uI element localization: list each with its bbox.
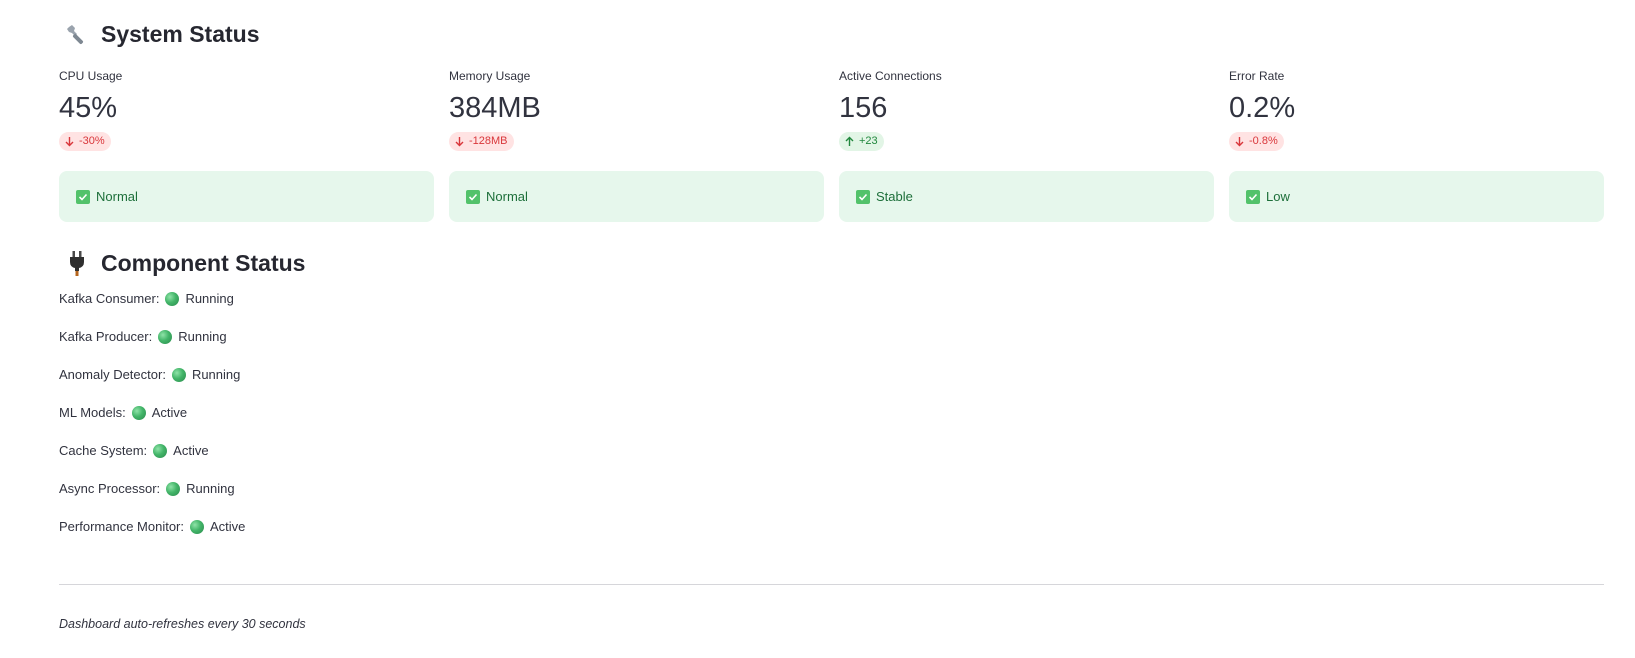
metric-status-text: Stable bbox=[876, 189, 913, 204]
metric-value: 156 bbox=[839, 92, 888, 124]
metric-delta-badge: +23 bbox=[839, 132, 884, 151]
arrow-down-icon bbox=[455, 137, 464, 147]
component-state: Running bbox=[186, 481, 235, 496]
metric-label: Error Rate bbox=[1229, 69, 1285, 83]
metric-delta-badge: -128MB bbox=[449, 132, 514, 151]
green-circle-icon bbox=[171, 368, 186, 382]
metric-status-box: Stable bbox=[839, 171, 1214, 222]
metric-row: CPU Usage 45% -30% Normal Memory Usage 3… bbox=[59, 64, 1604, 224]
green-circle-icon bbox=[190, 520, 204, 534]
metric-error-rate: Error Rate 0.2% -0.8% Low bbox=[1229, 64, 1604, 224]
metric-label: Memory Usage bbox=[449, 69, 531, 83]
metric-status-box: Normal bbox=[449, 171, 824, 222]
component-state: Running bbox=[185, 291, 234, 306]
check-icon bbox=[856, 189, 870, 204]
metric-delta: -128MB bbox=[469, 135, 508, 147]
component-name: Anomaly Detector: bbox=[59, 367, 166, 382]
list-item: ML Models: Active bbox=[59, 405, 245, 443]
metric-status-text: Low bbox=[1266, 189, 1290, 204]
component-state: Active bbox=[173, 443, 209, 458]
metric-value: 45% bbox=[59, 92, 118, 124]
list-item: Performance Monitor: Active bbox=[59, 519, 245, 557]
metric-delta-badge: -30% bbox=[59, 132, 111, 151]
check-icon bbox=[76, 189, 90, 204]
metric-delta: +23 bbox=[859, 135, 878, 147]
metric-label: CPU Usage bbox=[59, 69, 123, 83]
list-item: Kafka Producer: Running bbox=[59, 329, 245, 367]
system-status-title: System Status bbox=[101, 20, 260, 47]
component-list: Kafka Consumer: Running Kafka Producer: … bbox=[59, 291, 245, 557]
metric-value: 0.2% bbox=[1229, 92, 1296, 124]
list-item: Kafka Consumer: Running bbox=[59, 291, 245, 329]
list-item: Anomaly Detector: Running bbox=[59, 367, 245, 405]
component-status-heading: Component Status bbox=[59, 245, 305, 281]
metric-active-connections: Active Connections 156 +23 Stable bbox=[839, 64, 1214, 224]
metric-status-text: Normal bbox=[486, 189, 528, 204]
metric-cpu-usage: CPU Usage 45% -30% Normal bbox=[59, 64, 434, 224]
metric-delta: -0.8% bbox=[1249, 135, 1278, 147]
component-state: Running bbox=[191, 367, 241, 382]
metric-status-box: Normal bbox=[59, 171, 434, 222]
metric-label: Active Connections bbox=[839, 69, 942, 83]
plug-icon bbox=[63, 249, 91, 277]
check-icon bbox=[1246, 189, 1260, 204]
metric-delta: -30% bbox=[79, 135, 105, 147]
component-state: Running bbox=[178, 329, 227, 344]
divider bbox=[59, 584, 1604, 585]
wrench-icon bbox=[63, 20, 91, 48]
component-name: Kafka Consumer: bbox=[59, 291, 160, 306]
green-circle-icon bbox=[131, 406, 146, 420]
system-status-heading: System Status bbox=[59, 16, 260, 52]
green-circle-icon bbox=[153, 444, 168, 458]
metric-status-text: Normal bbox=[96, 189, 138, 204]
component-name: Performance Monitor: bbox=[59, 519, 184, 534]
metric-status-box: Low bbox=[1229, 171, 1604, 222]
component-name: Kafka Producer: bbox=[59, 329, 153, 344]
component-name: Cache System: bbox=[59, 443, 148, 458]
arrow-down-icon bbox=[65, 137, 74, 147]
check-icon bbox=[466, 189, 480, 204]
component-state: Active bbox=[210, 519, 246, 534]
list-item: Async Processor: Running bbox=[59, 481, 245, 519]
metric-delta-badge: -0.8% bbox=[1229, 132, 1284, 151]
footer-note: Dashboard auto-refreshes every 30 second… bbox=[59, 617, 306, 631]
green-circle-icon bbox=[166, 482, 181, 496]
component-name: ML Models: bbox=[59, 405, 126, 420]
arrow-down-icon bbox=[1235, 137, 1244, 147]
component-status-title: Component Status bbox=[101, 249, 306, 276]
list-item: Cache System: Active bbox=[59, 443, 245, 481]
component-state: Active bbox=[151, 405, 188, 420]
arrow-up-icon bbox=[845, 136, 854, 146]
metric-value: 384MB bbox=[449, 92, 541, 124]
metric-memory-usage: Memory Usage 384MB -128MB Normal bbox=[449, 64, 824, 224]
green-circle-icon bbox=[165, 292, 180, 306]
green-circle-icon bbox=[158, 330, 173, 344]
component-name: Async Processor: bbox=[59, 481, 161, 496]
